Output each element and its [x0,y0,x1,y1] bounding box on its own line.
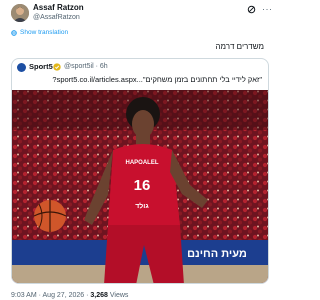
views-count: 3,268 [90,292,108,299]
author-handle[interactable]: @AssafRatzon [33,13,80,22]
jersey-number: 16 [134,177,151,194]
author-avatar[interactable] [11,4,29,22]
grok-icon[interactable] [247,5,256,14]
quoted-post[interactable]: Sport5 @sport5il · 6h "זאק לידיי בלי תחת… [11,58,269,284]
verified-badge-icon [53,63,61,71]
globe-icon [11,30,17,36]
quoted-text: "זאק לידיי בלי תחתונים בזמן משחקים"...sp… [52,75,262,84]
author-name[interactable]: Assaf Ratzon [33,3,84,13]
jersey-sponsor: גולד [135,202,149,210]
jersey-brand: HAPOALEL [126,160,159,166]
court-banner-text: מעית החינם [187,248,247,260]
player-photo[interactable]: מעית החינם 16 HAPOALEL גולד [12,90,269,284]
quoted-author-handle[interactable]: @sport5il · 6h [64,62,108,72]
post-timestamp[interactable]: 9:03 AM · Aug 27, 2026 [11,292,84,299]
post-text: משדרים דרמה [215,42,264,51]
quoted-author-name[interactable]: Sport5 [29,62,53,72]
more-icon[interactable]: ··· [262,4,273,14]
post-meta: 9:03 AM · Aug 27, 2026 · 3,268 Views [11,291,128,300]
show-translation-link[interactable]: Show translation [11,29,68,37]
views-label: Views [107,292,129,299]
show-translation-label: Show translation [20,29,69,36]
sport5-logo[interactable] [17,63,26,72]
